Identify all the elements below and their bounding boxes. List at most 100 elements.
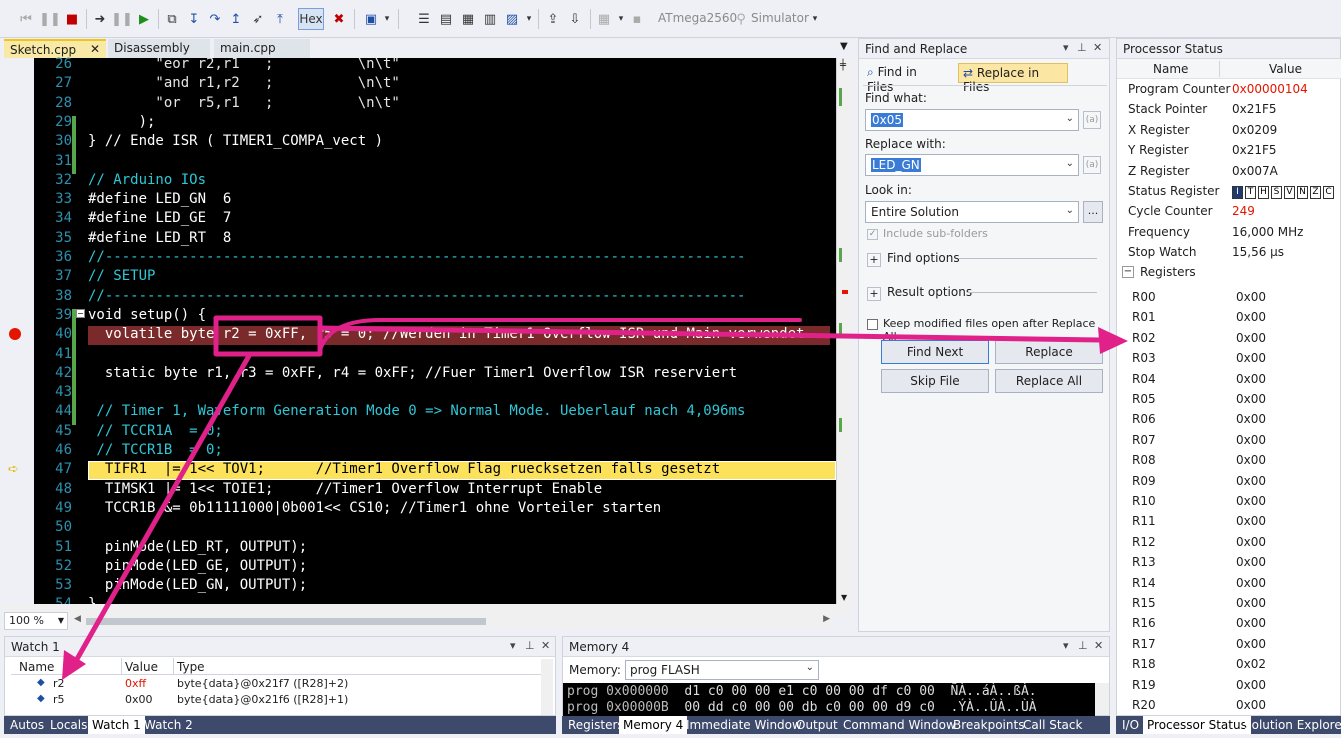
processor-row-value[interactable]: 0x00000104 xyxy=(1232,82,1308,96)
step-back-icon[interactable]: ⏮ xyxy=(18,8,34,30)
close-icon[interactable]: ✕ xyxy=(1094,639,1103,652)
expand-icon[interactable]: + xyxy=(867,287,881,301)
step-over-icon[interactable]: ➜ xyxy=(92,8,108,30)
tab-immediate-window[interactable]: Immediate Window xyxy=(682,716,806,734)
register-value[interactable]: 0x00 xyxy=(1236,372,1266,386)
watch-row[interactable]: ◆ r5 0x00 byte{data}@0x21f6 ([R28]+1) xyxy=(11,693,539,709)
tab-memory-4[interactable]: Memory 4 xyxy=(619,716,688,734)
sreg-flag[interactable]: N xyxy=(1297,186,1308,199)
stop-icon[interactable]: ■ xyxy=(64,8,80,30)
continue-icon[interactable]: ▶ xyxy=(136,8,152,30)
register-value[interactable]: 0x00 xyxy=(1236,678,1266,692)
sreg-flag[interactable]: H xyxy=(1258,186,1269,199)
code-line[interactable]: void setup() { xyxy=(88,306,206,325)
io-view-icon[interactable]: ▨ xyxy=(504,8,520,30)
close-icon[interactable]: ✕ xyxy=(541,639,550,652)
watch-value[interactable]: 0x00 xyxy=(125,693,153,706)
sreg-flag[interactable]: Z xyxy=(1310,186,1321,199)
chevron-down-icon[interactable]: ▾ xyxy=(524,8,534,30)
include-subfolders-checkbox[interactable]: ✓ xyxy=(867,229,878,240)
code-editor[interactable]: 26 "eor r2,r1 ; \n\t" 27 "and r1,r2 ; \n\… xyxy=(4,55,852,614)
code-line[interactable]: } // Ende ISR ( TIMER1_COMPA_vect ) xyxy=(88,132,383,151)
chevron-down-icon[interactable]: ⌄ xyxy=(1066,205,1074,216)
register-value[interactable]: 0x00 xyxy=(1236,412,1266,426)
regex-builder-icon[interactable]: (a) xyxy=(1083,111,1101,129)
register-value[interactable]: 0x00 xyxy=(1236,351,1266,365)
processor-row-value[interactable]: 0x21F5 xyxy=(1232,102,1277,116)
collapse-icon[interactable]: − xyxy=(1122,266,1134,278)
set-next-statement-icon[interactable]: ⤒ xyxy=(272,8,288,30)
register-value[interactable]: 0x00 xyxy=(1236,698,1266,712)
tab-replace-in-files[interactable]: ⇄ Replace in Files xyxy=(958,63,1068,94)
tab-command-window[interactable]: Command Window xyxy=(839,716,960,734)
processor-row-value[interactable]: 249 xyxy=(1232,204,1255,218)
code-line[interactable]: "or r5,r1 ; \n\t" xyxy=(88,94,399,113)
find-what-input[interactable]: 0x05 ⌄ xyxy=(865,109,1079,131)
code-line[interactable]: // TCCR1A = 0; xyxy=(88,422,222,441)
register-value[interactable]: 0x00 xyxy=(1236,555,1266,569)
register-value[interactable]: 0x00 xyxy=(1236,596,1266,610)
chevron-down-icon[interactable]: ⌄ xyxy=(806,662,814,673)
chevron-down-icon[interactable]: ⌄ xyxy=(1066,158,1074,169)
register-value[interactable]: 0x00 xyxy=(1236,616,1266,630)
chevron-down-icon[interactable]: ▾ xyxy=(382,8,392,30)
tab-call-stack[interactable]: Call Stack xyxy=(1019,716,1086,734)
code-line[interactable]: pinMode(LED_RT, OUTPUT); xyxy=(88,538,307,557)
code-line[interactable]: "eor r2,r1 ; \n\t" xyxy=(88,55,399,74)
show-next-statement-icon[interactable]: ⧉ xyxy=(164,8,180,30)
memory-space-select[interactable]: prog FLASH ⌄ xyxy=(625,660,819,680)
expand-icon[interactable]: + xyxy=(867,253,881,267)
processor-row-value[interactable]: 0x21F5 xyxy=(1232,143,1277,157)
register-value[interactable]: 0x00 xyxy=(1236,331,1266,345)
register-value[interactable]: 0x00 xyxy=(1236,576,1266,590)
chevron-down-icon[interactable]: ▾ xyxy=(616,8,626,30)
tab-locals[interactable]: Locals xyxy=(46,716,91,734)
registers-icon[interactable]: ▤ xyxy=(438,8,454,30)
pin-icon[interactable]: ⊥ xyxy=(1077,41,1087,54)
sreg-flag[interactable]: I xyxy=(1232,186,1243,199)
column-name-header[interactable]: Name xyxy=(1153,62,1188,76)
register-value[interactable]: 0x00 xyxy=(1236,637,1266,651)
watch-value[interactable]: 0xff xyxy=(125,677,146,690)
code-line[interactable]: "and r1,r2 ; \n\t" xyxy=(88,74,399,93)
memory-icon[interactable]: ▦ xyxy=(460,8,476,30)
step-over-arrow-icon[interactable]: ↷ xyxy=(207,8,223,30)
disassembly-icon[interactable]: ☰ xyxy=(416,8,432,30)
tab-watch-1[interactable]: Watch 1 xyxy=(88,716,145,734)
code-line[interactable]: pinMode(LED_GE, OUTPUT); xyxy=(88,557,307,576)
column-value-header[interactable]: Value xyxy=(125,660,158,674)
look-in-select[interactable]: Entire Solution ⌄ xyxy=(865,201,1079,223)
code-line[interactable]: #define LED_RT 8 xyxy=(88,229,231,248)
device-label[interactable]: ATmega2560 xyxy=(658,11,737,25)
replace-with-input[interactable]: LED_GN ⌄ xyxy=(865,154,1079,176)
hex-toggle-button[interactable]: Hex xyxy=(298,8,324,30)
code-line[interactable]: //--------------------------------------… xyxy=(88,248,745,267)
code-line[interactable]: #define LED_GE 7 xyxy=(88,209,231,228)
processor-row-value[interactable]: 15,56 µs xyxy=(1232,245,1284,259)
upload-icon[interactable]: ⇪ xyxy=(544,8,562,30)
register-value[interactable]: 0x00 xyxy=(1236,474,1266,488)
processor-row-value[interactable]: 16,000 MHz xyxy=(1232,225,1303,239)
browse-button[interactable]: ... xyxy=(1083,201,1103,223)
code-line[interactable]: ); xyxy=(88,113,156,132)
code-line[interactable]: // TCCR1B = 0; xyxy=(88,441,222,460)
pin-icon[interactable]: ⊥ xyxy=(525,639,535,652)
code-line[interactable]: TIFR1 |= 1<< TOV1; //Timer1 Overflow Fla… xyxy=(88,460,720,479)
register-value[interactable]: 0x00 xyxy=(1236,433,1266,447)
column-type-header[interactable]: Type xyxy=(177,660,205,674)
find-options-label[interactable]: Find options xyxy=(887,251,960,265)
replace-all-button[interactable]: Replace All xyxy=(995,369,1103,393)
vertical-scrollbar[interactable] xyxy=(1095,683,1109,715)
register-value[interactable]: 0x00 xyxy=(1236,494,1266,508)
tab-watch-2[interactable]: Watch 2 xyxy=(140,716,197,734)
register-value[interactable]: 0x00 xyxy=(1236,535,1266,549)
vertical-scrollbar[interactable]: ╪ ▼ xyxy=(836,58,852,604)
pause-icon[interactable]: ❚❚ xyxy=(39,8,61,30)
code-line[interactable]: // Arduino IOs xyxy=(88,171,206,190)
close-icon[interactable]: ✕ xyxy=(1093,41,1102,54)
code-line[interactable]: TIMSK1 |= 1<< TOIE1; //Timer1 Overflow I… xyxy=(88,480,602,499)
tab-breakpoints[interactable]: Breakpoints xyxy=(949,716,1028,734)
skip-file-button[interactable]: Skip File xyxy=(881,369,989,393)
simulator-label[interactable]: Simulator xyxy=(751,11,809,25)
chevron-down-icon[interactable]: ▾ xyxy=(1063,639,1069,652)
